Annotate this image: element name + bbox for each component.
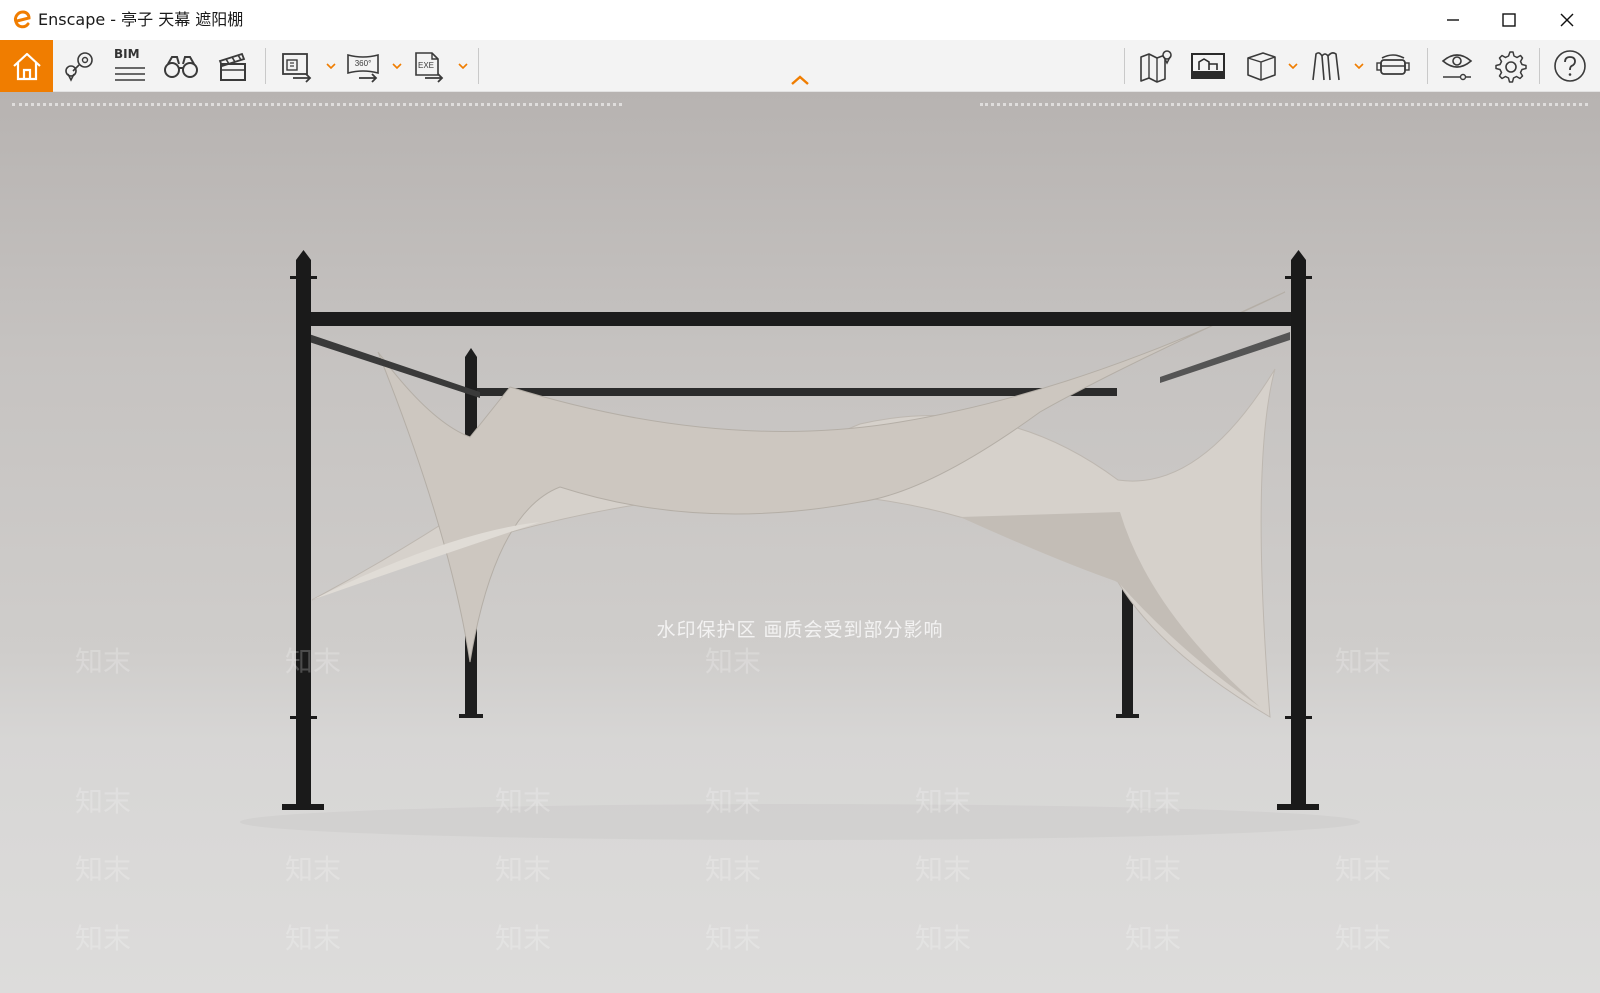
watermark-banner: 水印保护区 画质会受到部分影响 — [0, 616, 1600, 641]
watermark-tile: 知末 — [75, 785, 132, 818]
enscape-window: Enscape - 亭子 天幕 遮阳棚 BIM 360° EXE 水印保护区 画… — [0, 0, 1600, 993]
exe-export-button[interactable]: EXE — [408, 40, 450, 92]
views-button[interactable] — [58, 40, 100, 92]
toolbar-separator — [1124, 48, 1125, 84]
vr-headset-button[interactable] — [1372, 40, 1414, 92]
watermark-tile: 知末 — [915, 785, 972, 818]
panorama-360-icon: 360° — [347, 53, 379, 83]
watermark-tile: 知末 — [75, 645, 132, 678]
render-view-icon — [1191, 53, 1225, 79]
render-viewport[interactable]: 水印保护区 画质会受到部分影响 知末 知末 知末 知末 知末 知末 知末 知末 … — [0, 92, 1600, 993]
bim-label: BIM — [114, 47, 140, 61]
watermark-tile: 知末 — [1125, 853, 1182, 886]
toolbar-separator — [478, 48, 479, 84]
watermark-tile: 知末 — [285, 853, 342, 886]
video-editor-button[interactable] — [212, 40, 254, 92]
watermark-tile: 知末 — [1125, 785, 1182, 818]
collapse-toolbar-button[interactable] — [786, 70, 814, 90]
cube-icon — [1247, 52, 1276, 81]
watermark-tile: 知末 — [495, 853, 552, 886]
toolbar-separator — [1427, 48, 1428, 84]
chevron-down-icon — [392, 63, 402, 69]
left-brace — [303, 332, 480, 398]
batch-render-button[interactable] — [276, 40, 318, 92]
vr-headset-icon — [1376, 54, 1410, 75]
map-icon — [1140, 50, 1172, 83]
bim-button[interactable]: BIM — [108, 40, 150, 92]
panorama-button[interactable]: 360° — [342, 40, 384, 92]
main-toolbar: BIM 360° EXE — [0, 40, 1600, 92]
exe-export-icon: EXE — [415, 52, 444, 83]
watermark-tile: 知末 — [285, 922, 342, 955]
clapperboard-icon — [218, 52, 246, 81]
maximize-button[interactable] — [1483, 0, 1535, 40]
watermark-dots — [980, 103, 1588, 109]
watermark-tile: 知末 — [915, 922, 972, 955]
visual-settings-icon — [1441, 54, 1473, 81]
help-button[interactable] — [1548, 40, 1592, 92]
gear-icon — [1495, 51, 1527, 83]
map-button[interactable] — [1135, 40, 1177, 92]
minimize-button[interactable] — [1427, 0, 1479, 40]
home-button[interactable] — [0, 40, 53, 92]
watermark-tile: 知末 — [495, 922, 552, 955]
material-editor-button[interactable] — [1305, 40, 1347, 92]
title-bar: Enscape - 亭子 天幕 遮阳棚 — [0, 0, 1600, 40]
chevron-up-icon — [791, 75, 809, 85]
watermark-tile: 知末 — [1125, 922, 1182, 955]
render-view-button[interactable] — [1187, 40, 1229, 92]
home-icon — [12, 52, 41, 81]
chevron-down-icon — [1288, 63, 1298, 69]
watermark-tile: 知末 — [705, 853, 762, 886]
chevron-down-icon — [458, 63, 468, 69]
batch-render-icon — [282, 53, 312, 83]
maximize-icon — [1502, 13, 1516, 27]
watermark-tile: 知末 — [705, 645, 762, 678]
panorama-dropdown[interactable] — [390, 40, 404, 92]
chevron-down-icon — [1354, 63, 1364, 69]
toolbar-separator — [265, 48, 266, 84]
front-beam — [303, 312, 1297, 326]
watermark-tile: 知末 — [75, 922, 132, 955]
window-title: Enscape - 亭子 天幕 遮阳棚 — [38, 10, 244, 29]
watermark-tile: 知末 — [705, 785, 762, 818]
walk-mode-button[interactable] — [160, 40, 202, 92]
watermark-tile: 知末 — [705, 922, 762, 955]
exe-export-dropdown[interactable] — [456, 40, 470, 92]
front-right-post — [1277, 250, 1319, 810]
binoculars-icon — [164, 56, 198, 78]
enscape-logo-icon — [14, 10, 31, 29]
watermark-tile: 知末 — [915, 853, 972, 886]
chevron-down-icon — [326, 63, 336, 69]
watermark-tile: 知末 — [1335, 922, 1392, 955]
visual-settings-button[interactable] — [1436, 40, 1478, 92]
minimize-icon — [1447, 19, 1459, 21]
batch-render-dropdown[interactable] — [324, 40, 338, 92]
material-icon — [1312, 52, 1340, 81]
material-editor-dropdown[interactable] — [1352, 40, 1366, 92]
exe-label: EXE — [418, 61, 434, 70]
watermark-dots — [12, 103, 622, 109]
toolbar-separator — [1539, 48, 1540, 84]
close-icon — [1560, 13, 1574, 27]
asset-library-dropdown[interactable] — [1286, 40, 1300, 92]
settings-button[interactable] — [1489, 40, 1531, 92]
panorama-label: 360° — [355, 59, 372, 68]
watermark-tile: 知末 — [1335, 645, 1392, 678]
watermark-tile: 知末 — [495, 785, 552, 818]
watermark-tile: 知末 — [75, 853, 132, 886]
front-left-post — [282, 250, 324, 810]
asset-library-button[interactable] — [1240, 40, 1282, 92]
close-button[interactable] — [1541, 0, 1593, 40]
location-pins-icon — [65, 52, 93, 82]
watermark-tile: 知末 — [285, 645, 342, 678]
help-icon — [1554, 50, 1586, 82]
watermark-banner-text: 水印保护区 画质会受到部分影响 — [656, 618, 944, 641]
watermark-tile: 知末 — [1335, 853, 1392, 886]
